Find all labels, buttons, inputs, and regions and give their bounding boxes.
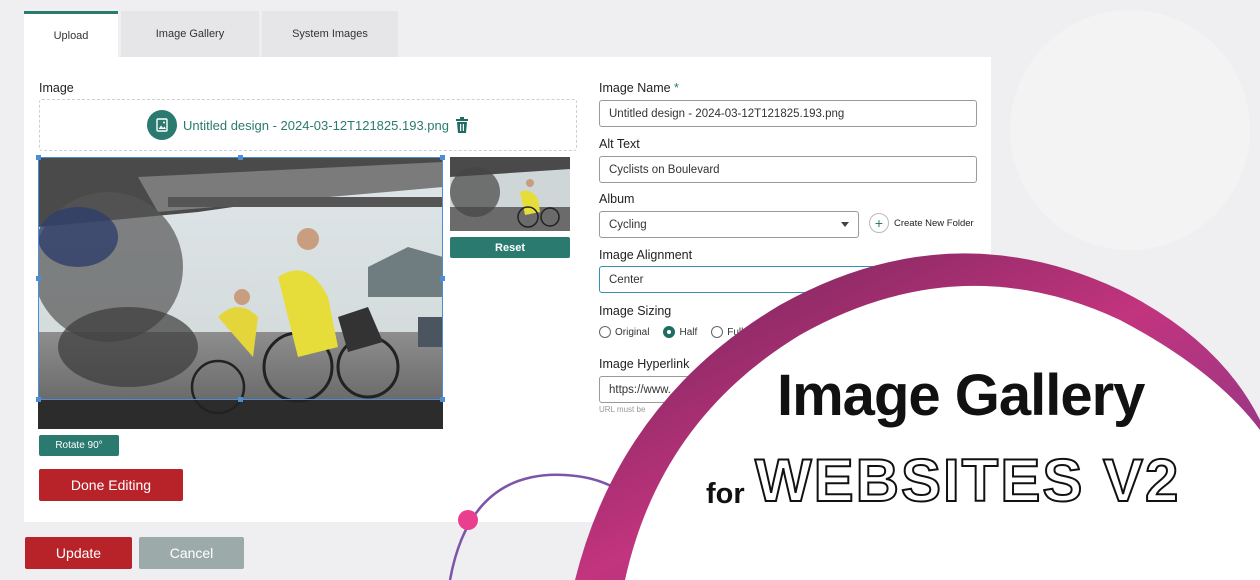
- image-name-label: Image Name *: [599, 81, 679, 95]
- sizing-label: Image Sizing: [599, 304, 672, 318]
- album-select[interactable]: Cycling: [599, 211, 859, 238]
- image-name-label-text: Image Name: [599, 81, 671, 95]
- crop-handle[interactable]: [36, 397, 41, 402]
- radio-label: Half: [679, 326, 698, 338]
- plus-icon: +: [869, 213, 889, 233]
- promo-title: Image Gallery: [777, 363, 1145, 428]
- crop-preview-thumbnail: [450, 157, 570, 231]
- image-label: Image: [39, 81, 74, 95]
- crop-handle[interactable]: [440, 276, 445, 281]
- create-new-folder-button[interactable]: + Create New Folder: [869, 213, 974, 233]
- hyperlink-label: Image Hyperlink: [599, 357, 690, 371]
- rotate-button[interactable]: Rotate 90°: [39, 435, 119, 456]
- crop-handle[interactable]: [238, 155, 243, 160]
- crop-handle[interactable]: [36, 276, 41, 281]
- radio-button[interactable]: [599, 326, 611, 338]
- image-name-input[interactable]: Untitled design - 2024-03-12T121825.193.…: [599, 100, 977, 127]
- promo-subtitle: WEBSITES V2: [754, 446, 1181, 515]
- required-mark: *: [674, 81, 679, 95]
- crop-handle[interactable]: [440, 397, 445, 402]
- crop-handle[interactable]: [36, 155, 41, 160]
- radio-label: Original: [615, 326, 650, 338]
- promo-for-text: for: [706, 478, 745, 510]
- cancel-button[interactable]: Cancel: [139, 537, 244, 569]
- tab-system-images[interactable]: System Images: [262, 11, 398, 57]
- crop-handle[interactable]: [238, 397, 243, 402]
- sizing-option-original[interactable]: Original: [599, 326, 649, 338]
- tab-upload[interactable]: Upload: [24, 11, 118, 57]
- album-selected-value: Cycling: [609, 218, 647, 231]
- crop-handle[interactable]: [440, 155, 445, 160]
- reset-button[interactable]: Reset: [450, 237, 570, 258]
- radio-label: Full: [727, 326, 744, 338]
- create-new-folder-label: Create New Folder: [894, 217, 974, 229]
- sizing-option-full[interactable]: Full: [711, 326, 743, 338]
- alignment-label: Image Alignment: [599, 248, 693, 262]
- tab-image-gallery[interactable]: Image Gallery: [121, 11, 259, 57]
- alignment-select[interactable]: Center: [599, 266, 977, 293]
- alt-text-label: Alt Text: [599, 137, 640, 151]
- done-editing-button[interactable]: Done Editing: [39, 469, 183, 501]
- update-button[interactable]: Update: [25, 537, 132, 569]
- hyperlink-hint: URL must be: [599, 405, 646, 414]
- album-label: Album: [599, 192, 635, 206]
- alt-text-input[interactable]: Cyclists on Boulevard: [599, 156, 977, 183]
- image-file-icon: [147, 110, 177, 140]
- radio-button-selected[interactable]: [663, 326, 676, 338]
- sizing-option-half[interactable]: Half: [663, 326, 697, 338]
- chevron-down-icon: [841, 222, 849, 227]
- tab-bar: Upload Image Gallery System Images: [24, 11, 398, 57]
- sizing-radio-group: Original Half Full: [599, 326, 751, 338]
- delete-file-icon[interactable]: [455, 116, 469, 134]
- radio-button[interactable]: [711, 326, 724, 338]
- uploaded-filename: Untitled design - 2024-03-12T121825.193.…: [183, 117, 449, 133]
- crop-selection[interactable]: [36, 155, 445, 402]
- file-dropzone[interactable]: Untitled design - 2024-03-12T121825.193.…: [39, 99, 577, 151]
